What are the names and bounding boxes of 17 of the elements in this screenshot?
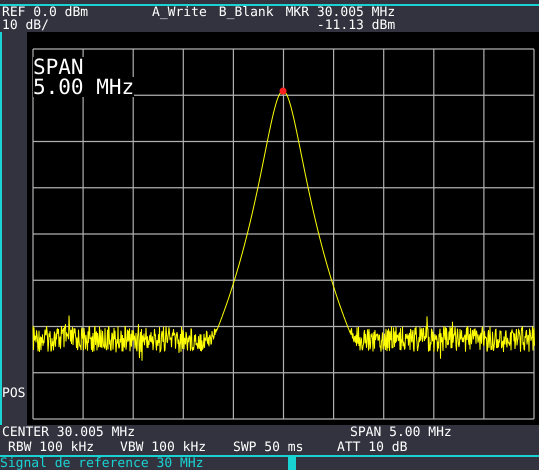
- sweep-time: SWP 50 ms: [233, 440, 304, 455]
- span-label: SPAN: [33, 57, 84, 77]
- span-label: 5.00 MHz: [33, 77, 134, 97]
- span-frequency: SPAN 5.00 MHz: [350, 425, 452, 440]
- center-frequency: CENTER 30.005 MHz: [2, 425, 136, 440]
- attenuation-setting: ATT 10 dB: [337, 440, 408, 455]
- marker-frequency: MKR 30.005 MHz: [286, 6, 396, 19]
- status-message: Signal de reference 30 MHz: [0, 457, 204, 470]
- side-label: POS: [2, 386, 26, 401]
- marker-level: -11.13 dBm: [316, 19, 396, 32]
- rbw-setting: RBW 100 kHz: [8, 440, 96, 455]
- reference-level: REF 0.0 dBm: [2, 6, 90, 19]
- scale-division: 10 dB/: [2, 19, 50, 32]
- trace-b-mode: B_Blank: [218, 6, 274, 22]
- vbw-setting: VBW 100 kHz: [120, 440, 208, 455]
- marker-dot: [280, 88, 286, 94]
- trace-a-mode: A_Write: [152, 6, 207, 22]
